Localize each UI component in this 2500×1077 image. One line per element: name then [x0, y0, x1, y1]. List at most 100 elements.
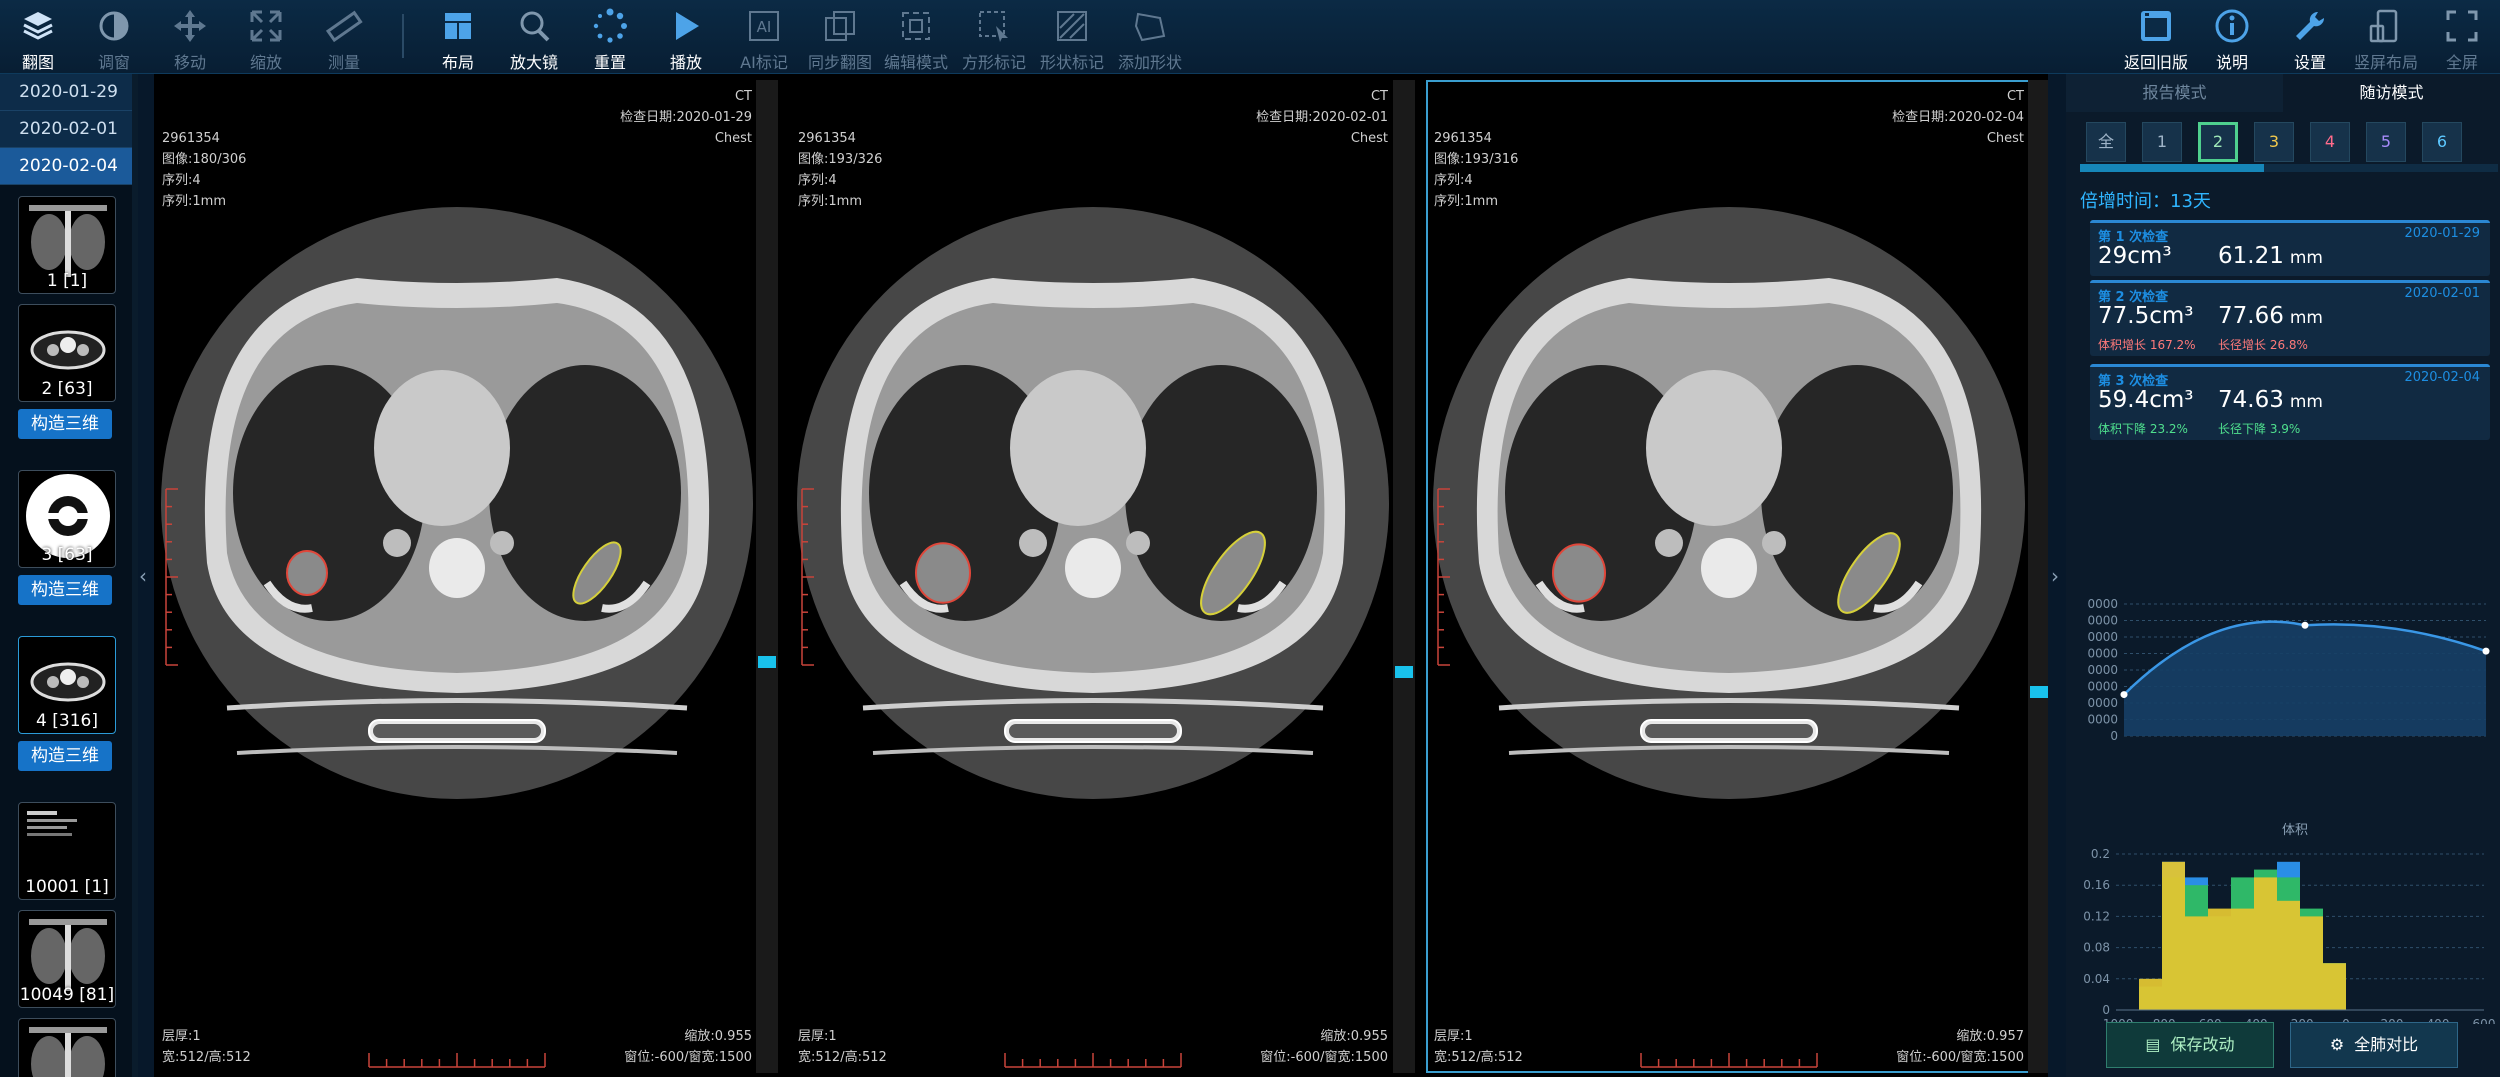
tool-wrench[interactable]: 设置 — [2272, 0, 2348, 74]
slice-scrollbar[interactable] — [2028, 80, 2050, 1073]
area-point — [2120, 691, 2128, 699]
thumbnail-caption: 4 [316] — [36, 711, 98, 731]
series-thumbnail[interactable]: 2 [63] — [18, 304, 116, 402]
lesion-number-3[interactable]: 3 — [2254, 122, 2294, 162]
volume-change: 体积增长 167.2% — [2098, 338, 2196, 352]
hist-bar-3 — [2185, 916, 2208, 1010]
tool-move[interactable]: 移动 — [152, 0, 228, 74]
lesion-number-6[interactable]: 6 — [2422, 122, 2462, 162]
hist-bar-3 — [2254, 877, 2277, 1010]
thumbnail-caption: 10049 [81] — [19, 985, 115, 1005]
mode-tab-0[interactable]: 报告模式 — [2066, 74, 2283, 112]
series-thumbnail[interactable]: 4 [316] — [18, 636, 116, 734]
series-thumbnail[interactable]: 10001 [1] — [18, 802, 116, 900]
tool-info[interactable]: 说明 — [2194, 0, 2270, 74]
tool-edit-mode[interactable]: 编辑模式 — [878, 0, 954, 74]
tool-portrait[interactable]: 竖屏布局 — [2348, 0, 2424, 74]
slice-thickness: 层厚:1 — [798, 1029, 837, 1044]
tool-label: AI标记 — [740, 53, 788, 72]
left-panel-toggle[interactable]: ‹ — [138, 74, 154, 1077]
area-point — [2301, 621, 2309, 629]
tool-label: 移动 — [173, 53, 206, 72]
save-changes-button[interactable]: ▤ 保存改动 — [2106, 1022, 2274, 1068]
window-level: 窗位:-600/窗宽:1500 — [624, 1050, 752, 1065]
build-3d-button[interactable]: 构造三维 — [18, 409, 112, 439]
reset-icon — [593, 8, 627, 43]
tool-zoom-expand[interactable]: 缩放 — [228, 0, 304, 74]
tool-label: 全屏 — [2445, 53, 2478, 72]
tool-contrast[interactable]: 调窗 — [76, 0, 152, 74]
followup-panel: 报告模式 随访模式 全123456 倍增时间：13天 第 1 次检查 2020-0… — [2066, 74, 2500, 1077]
lesion-progress — [2080, 164, 2498, 172]
tool-play[interactable]: 播放 — [648, 0, 724, 74]
top-toolbar: 翻图 调窗 移动 缩放 测量 布局 放大镜 重置 播放 AI AI标记 同步翻图 编辑模式 方形标记 形状标… — [0, 0, 2500, 74]
image-size: 宽:512/高:512 — [162, 1050, 251, 1065]
hist-bar-3 — [2231, 908, 2254, 1010]
body-part: Chest — [1986, 131, 2024, 146]
slice-spacing: 序列:1mm — [162, 194, 226, 209]
image-size: 宽:512/高:512 — [798, 1050, 887, 1065]
ct-viewport-1[interactable]: 2961354 图像:180/306 序列:4 序列:1mm CT 检查日期:2… — [154, 80, 760, 1073]
layout-icon — [445, 13, 471, 39]
series-thumbnail[interactable]: 1 [1] — [18, 196, 116, 294]
area-y-tick: 0000 — [2087, 630, 2118, 644]
length-unit: mm — [2289, 248, 2323, 268]
build-3d-button[interactable]: 构造三维 — [18, 741, 112, 771]
tool-ruler[interactable]: 测量 — [306, 0, 382, 74]
tool-label: 方形标记 — [961, 53, 1026, 72]
tool-sync[interactable]: 同步翻图 — [802, 0, 878, 74]
tool-label: 测量 — [327, 53, 360, 72]
date-item-2020-01-29[interactable]: 2020-01-29 — [0, 74, 137, 111]
tool-shape-mark[interactable]: 形状标记 — [1034, 0, 1110, 74]
slice-scrollbar[interactable] — [1393, 80, 1415, 1073]
tool-old-version[interactable]: 返回旧版 — [2118, 0, 2194, 74]
length-change: 长径增长 26.8% — [2218, 338, 2308, 352]
sync-icon — [825, 11, 855, 41]
ct-slice-image — [1433, 207, 2025, 1068]
series-thumbnail[interactable] — [18, 1018, 116, 1077]
lesion-number-1[interactable]: 1 — [2142, 122, 2182, 162]
window-level: 窗位:-600/窗宽:1500 — [1896, 1050, 2024, 1065]
tool-label: 竖屏布局 — [2353, 53, 2418, 72]
tool-magnifier[interactable]: 放大镜 — [496, 0, 572, 74]
date-list: 2020-01-29 2020-02-01 2020-02-04 — [0, 74, 137, 185]
area-fill — [2124, 621, 2486, 736]
date-item-2020-02-01[interactable]: 2020-02-01 — [0, 111, 137, 148]
progress-fill — [2080, 164, 2264, 172]
exam-date: 检查日期:2020-01-29 — [620, 110, 752, 125]
modality: CT — [1370, 89, 1388, 104]
mode-tab-1[interactable]: 随访模式 — [2283, 74, 2500, 112]
exam-card-date: 2020-02-04 — [2404, 370, 2480, 385]
move-icon — [174, 10, 206, 42]
lesion-number-5[interactable]: 5 — [2366, 122, 2406, 162]
slice-scroll-knob[interactable] — [758, 655, 776, 668]
hist-bar-3 — [2139, 978, 2162, 1010]
slice-scroll-knob[interactable] — [1395, 665, 1413, 678]
tool-layout[interactable]: 布局 — [420, 0, 496, 74]
tool-ai-mark[interactable]: AI AI标记 — [726, 0, 802, 74]
ct-viewport-3[interactable]: 2961354 图像:193/316 序列:4 序列:1mm CT 检查日期:2… — [1426, 80, 2032, 1073]
slice-scroll-knob[interactable] — [2030, 685, 2048, 698]
date-item-2020-02-04[interactable]: 2020-02-04 — [0, 148, 137, 185]
build-3d-button[interactable]: 构造三维 — [18, 575, 112, 605]
exam-date: 检查日期:2020-02-01 — [1256, 110, 1388, 125]
slice-scrollbar[interactable] — [756, 80, 778, 1073]
thumbnail-caption: 3 [63] — [41, 545, 93, 565]
right-panel-toggle[interactable]: › — [2048, 74, 2066, 1077]
lesion-number-2[interactable]: 2 — [2198, 122, 2238, 162]
tool-square-mark[interactable]: 方形标记 — [956, 0, 1032, 74]
ct-viewport-2[interactable]: 2961354 图像:193/326 序列:4 序列:1mm CT 检查日期:2… — [790, 80, 1396, 1073]
tool-label: 调窗 — [97, 53, 130, 72]
tool-layers[interactable]: 翻图 — [0, 0, 76, 74]
lesion-number-0[interactable]: 全 — [2086, 122, 2126, 162]
contrast-icon — [99, 11, 129, 41]
tool-fullscreen[interactable]: 全屏 — [2424, 0, 2500, 74]
tool-reset[interactable]: 重置 — [572, 0, 648, 74]
full-lung-compare-button[interactable]: ⚙ 全肺对比 — [2290, 1022, 2458, 1068]
patient-info: 2961354 图像:193/316 序列:4 序列:1mm — [1434, 128, 1518, 212]
layers-icon — [23, 12, 53, 40]
series-thumbnail[interactable]: 3 [63] — [18, 470, 116, 568]
series-thumbnail[interactable]: 10049 [81] — [18, 910, 116, 1008]
tool-add-shape[interactable]: 添加形状 — [1112, 0, 1188, 74]
lesion-number-4[interactable]: 4 — [2310, 122, 2350, 162]
